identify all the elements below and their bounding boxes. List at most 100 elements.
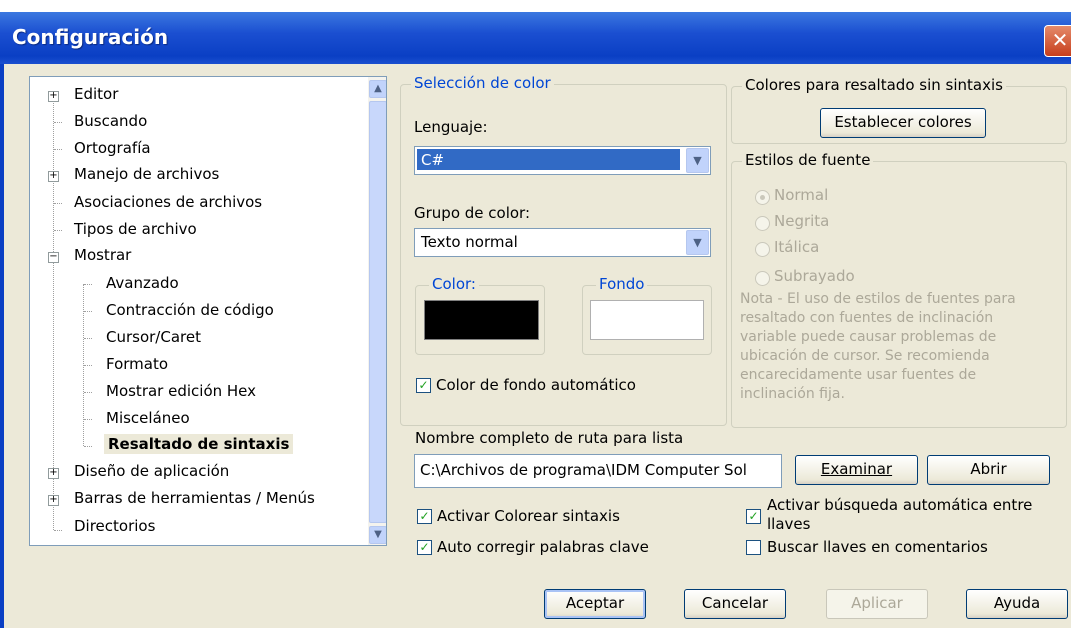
selection-highlight xyxy=(417,149,680,170)
tree-item-editor[interactable]: Editor xyxy=(74,85,118,103)
tree-item-directorios[interactable]: Directorios xyxy=(74,517,155,535)
auto-correct-label[interactable]: Auto corregir palabras clave xyxy=(437,538,649,556)
tree-branch xyxy=(54,122,62,123)
auto-brace-label-line1: Activar búsqueda automática entre xyxy=(767,496,1033,514)
radio-italic-label[interactable]: Itálica xyxy=(774,238,819,256)
color-group-label: Grupo de color: xyxy=(414,204,531,222)
radio-italic[interactable] xyxy=(755,242,770,257)
language-label: Lenguaje: xyxy=(414,118,488,136)
scroll-down-icon[interactable]: ▼ xyxy=(369,526,386,544)
auto-bg-checkbox[interactable]: ✓ xyxy=(416,378,431,393)
no-syntax-label: Colores para resaltado sin sintaxis xyxy=(742,76,1006,94)
language-select[interactable]: C# ▼ xyxy=(414,146,711,175)
font-note-line: variable puede causar problemas de xyxy=(740,329,997,345)
font-note-line: inclinación fija. xyxy=(740,386,845,402)
tree-branch xyxy=(84,392,92,393)
collapse-icon[interactable]: − xyxy=(48,252,59,263)
radio-bold[interactable] xyxy=(755,216,770,231)
tree-branch xyxy=(84,338,92,339)
tree-branch xyxy=(84,311,92,312)
tree-branch xyxy=(84,419,92,420)
font-note-line: resaltado con fuentes de inclinación xyxy=(740,310,994,326)
font-note-line: Nota - El uso de estilos de fuentes para xyxy=(740,291,1016,307)
dialog-body: + Editor Buscando Ortografía + Manejo de… xyxy=(0,64,1071,628)
tree-item-contraccion[interactable]: Contracción de código xyxy=(106,301,274,319)
auto-correct-checkbox[interactable]: ✓ xyxy=(417,540,432,555)
auto-brace-label-line2: llaves xyxy=(767,515,811,533)
expand-icon[interactable]: + xyxy=(48,91,59,102)
tree-item-avanzado[interactable]: Avanzado xyxy=(106,274,179,292)
set-colors-button[interactable]: Establecer colores xyxy=(820,108,986,138)
color-group-value: Texto normal xyxy=(421,233,518,251)
scroll-thumb[interactable] xyxy=(369,101,386,523)
enable-syntax-checkbox[interactable]: ✓ xyxy=(417,509,432,524)
radio-normal[interactable] xyxy=(755,190,770,205)
path-label: Nombre completo de ruta para lista xyxy=(415,429,684,447)
color-label: Color: xyxy=(429,275,479,293)
tree-branch xyxy=(84,365,92,366)
tree-item-cursor[interactable]: Cursor/Caret xyxy=(106,328,201,346)
brace-comments-checkbox[interactable] xyxy=(746,540,761,555)
tree-item-diseno[interactable]: Diseño de aplicación xyxy=(74,462,229,480)
browse-button[interactable]: Examinar xyxy=(795,455,918,485)
background-label: Fondo xyxy=(596,275,648,293)
open-button[interactable]: Abrir xyxy=(927,455,1050,485)
tree-item-formato[interactable]: Formato xyxy=(106,355,168,373)
foreground-color-swatch[interactable] xyxy=(424,300,539,340)
tree-item-ortografia[interactable]: Ortografía xyxy=(74,139,151,157)
tree-branch xyxy=(54,203,62,204)
radio-bold-label[interactable]: Negrita xyxy=(774,212,829,230)
tree-branch xyxy=(84,284,92,285)
chevron-down-icon[interactable]: ▼ xyxy=(686,230,709,255)
ok-button[interactable]: Aceptar xyxy=(544,589,646,619)
brace-comments-label[interactable]: Buscar llaves en comentarios xyxy=(767,538,988,556)
font-note-line: encarecidamente usar fuentes de xyxy=(740,367,977,383)
auto-brace-checkbox[interactable]: ✓ xyxy=(746,509,761,524)
title-bar[interactable]: Configuración ✕ xyxy=(0,12,1071,64)
tree-branch xyxy=(54,149,62,150)
tree-guide-line xyxy=(53,96,54,530)
font-note: Nota - El uso de estilos de fuentes para… xyxy=(740,290,1016,404)
close-icon: ✕ xyxy=(1051,28,1069,52)
tree-item-asociaciones[interactable]: Asociaciones de archivos xyxy=(74,193,262,211)
tree-item-buscando[interactable]: Buscando xyxy=(74,112,147,130)
tree-branch xyxy=(84,446,92,447)
background-color-swatch[interactable] xyxy=(590,300,704,340)
tree-item-hex[interactable]: Mostrar edición Hex xyxy=(106,382,256,400)
tree-item-mostrar[interactable]: Mostrar xyxy=(74,246,131,264)
tree-item-resaltado-sintaxis[interactable]: Resaltado de sintaxis xyxy=(104,434,294,454)
tree-item-manejo-archivos[interactable]: Manejo de archivos xyxy=(74,165,219,183)
expand-icon[interactable]: + xyxy=(48,495,59,506)
config-dialog: Configuración ✕ + Editor Buscando Ortogr… xyxy=(0,0,1071,628)
path-input[interactable]: C:\Archivos de programa\IDM Computer Sol xyxy=(414,454,782,488)
color-group-select[interactable]: Texto normal ▼ xyxy=(414,228,711,257)
path-value: C:\Archivos de programa\IDM Computer Sol xyxy=(420,461,747,479)
scroll-up-icon[interactable]: ▲ xyxy=(369,80,386,98)
settings-tree[interactable]: + Editor Buscando Ortografía + Manejo de… xyxy=(29,76,387,546)
tree-branch xyxy=(54,230,62,231)
tree-scrollbar[interactable]: ▲ ▼ xyxy=(368,77,386,545)
font-styles-label: Estilos de fuente xyxy=(742,151,874,169)
radio-dot xyxy=(760,195,765,200)
close-button[interactable]: ✕ xyxy=(1044,25,1071,57)
enable-syntax-label[interactable]: Activar Colorear sintaxis xyxy=(437,507,620,525)
cancel-button[interactable]: Cancelar xyxy=(684,589,786,619)
tree-branch xyxy=(54,530,62,531)
auto-bg-label[interactable]: Color de fondo automático xyxy=(436,376,636,394)
tree-item-tipos-archivo[interactable]: Tipos de archivo xyxy=(74,220,197,238)
apply-button[interactable]: Aplicar xyxy=(826,589,928,619)
window-title: Configuración xyxy=(12,25,169,49)
radio-underline-label[interactable]: Subrayado xyxy=(774,267,855,285)
auto-brace-label[interactable]: Activar búsqueda automática entre llaves xyxy=(767,496,1032,534)
radio-underline[interactable] xyxy=(755,271,770,286)
chevron-down-icon[interactable]: ▼ xyxy=(686,148,709,173)
font-note-line: ubicación de cursor. Se recomienda xyxy=(740,348,990,364)
radio-normal-label[interactable]: Normal xyxy=(774,186,828,204)
help-button[interactable]: Ayuda xyxy=(966,589,1068,619)
expand-icon[interactable]: + xyxy=(48,171,59,182)
tree-item-miscelaneo[interactable]: Misceláneo xyxy=(106,409,190,427)
language-value: C# xyxy=(421,151,445,169)
color-selection-label: Selección de color xyxy=(411,74,554,92)
tree-item-barras[interactable]: Barras de herramientas / Menús xyxy=(74,489,315,507)
expand-icon[interactable]: + xyxy=(48,468,59,479)
